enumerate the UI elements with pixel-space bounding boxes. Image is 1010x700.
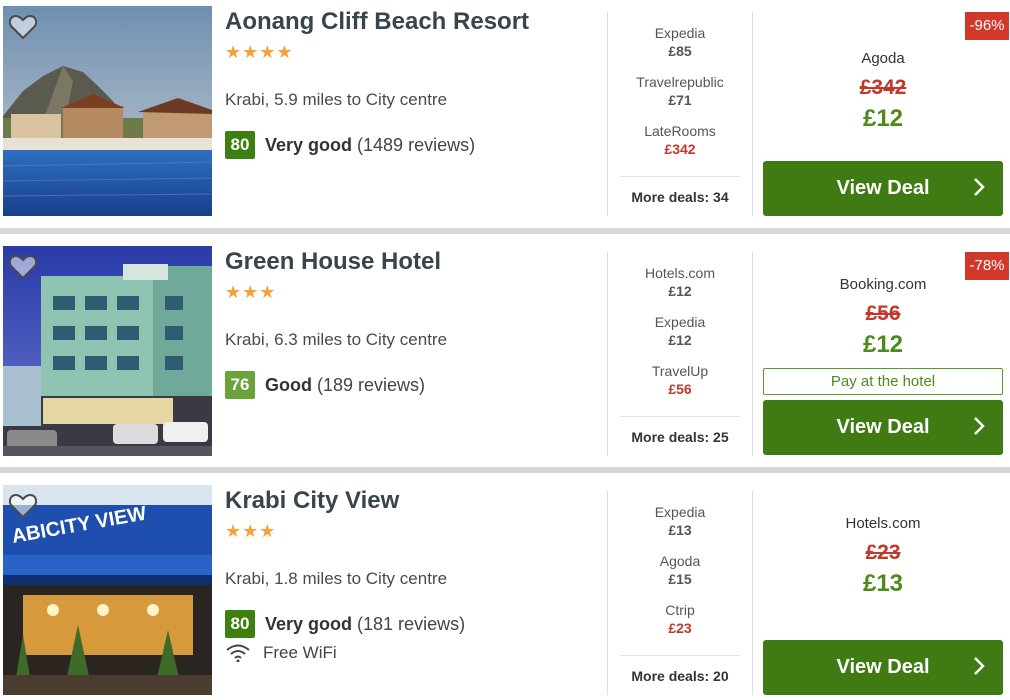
deal-provider: Hotels.com [644, 265, 716, 281]
rating-label: Good [265, 374, 312, 395]
deal-item[interactable]: Expedia £12 [615, 313, 745, 362]
deal-price: £71 [668, 92, 692, 108]
deal-provider: Travelrepublic [636, 74, 724, 90]
deal-provider: TravelUp [651, 363, 709, 379]
more-deals-link[interactable]: More deals: 25 [620, 416, 740, 445]
deal-price: £342 [664, 141, 696, 157]
deal-item[interactable]: Expedia £13 [615, 503, 745, 552]
hotel-name[interactable]: Krabi City View [225, 487, 399, 515]
deal-price: £12 [668, 332, 692, 348]
main-deal-provider: Booking.com [839, 276, 927, 293]
rating-label: Very good [265, 134, 353, 155]
card-separator [0, 467, 1010, 473]
deal-provider: Expedia [654, 25, 706, 41]
view-deal-button[interactable]: View Deal [763, 400, 1003, 455]
main-deal-provider: Agoda [861, 50, 905, 67]
amenity-label: Free WiFi [263, 643, 337, 662]
deal-item[interactable]: Expedia £85 [615, 24, 745, 73]
review-rating: 80 Very good (181 reviews) [225, 609, 465, 639]
deal-price: £12 [668, 283, 692, 299]
other-deals-list: Hotels.com £12 Expedia £12 TravelUp £56 [615, 264, 745, 411]
favorite-heart-icon[interactable] [9, 254, 37, 280]
favorite-heart-icon[interactable] [9, 14, 37, 40]
amenity-wifi: Free WiFi [225, 643, 337, 663]
hotel-card: Aonang Cliff Beach Resort ★★★★ Krabi, 5.… [0, 6, 1010, 230]
deal-provider: Expedia [654, 504, 706, 520]
deal-provider: LateRooms [644, 123, 716, 139]
score-badge: 76 [225, 371, 255, 399]
divider [752, 491, 753, 695]
hotel-card: ABICITY VIEW Krabi City View ★★★ Krabi, … [0, 485, 1010, 700]
view-deal-label: View Deal [836, 416, 930, 438]
chevron-right-icon [974, 417, 985, 435]
other-deals-list: Expedia £13 Agoda £15 Ctrip £23 [615, 503, 745, 650]
favorite-heart-icon[interactable] [9, 493, 37, 519]
view-deal-button[interactable]: View Deal [763, 640, 1003, 695]
divider [607, 252, 608, 456]
deal-price: £56 [668, 381, 692, 397]
deal-item[interactable]: Agoda £15 [615, 552, 745, 601]
review-count: (189 reviews) [317, 374, 426, 395]
wifi-icon [226, 644, 250, 662]
review-count: (181 reviews) [357, 613, 466, 634]
hotel-card: Green House Hotel ★★★ Krabi, 6.3 miles t… [0, 246, 1010, 470]
score-badge: 80 [225, 131, 255, 159]
deal-item[interactable]: LateRooms £342 [615, 122, 745, 171]
review-count: (1489 reviews) [357, 134, 476, 155]
deal-price-main: £12 [862, 105, 904, 132]
divider [752, 12, 753, 216]
deal-price: £13 [668, 522, 692, 538]
divider [607, 12, 608, 216]
view-deal-label: View Deal [836, 177, 930, 199]
star-rating: ★★★ [225, 521, 277, 541]
deal-price: £15 [668, 571, 692, 587]
hotel-name[interactable]: Green House Hotel [225, 248, 441, 276]
original-price: £342 [859, 76, 907, 99]
hotel-location: Krabi, 6.3 miles to City centre [225, 330, 448, 349]
deal-item[interactable]: Travelrepublic £71 [615, 73, 745, 122]
deal-price: £85 [668, 43, 692, 59]
discount-badge: -96% [965, 12, 1009, 40]
deal-provider: Ctrip [665, 602, 695, 618]
chevron-right-icon [974, 178, 985, 196]
star-rating: ★★★ [225, 282, 277, 302]
hotel-photo[interactable] [3, 6, 212, 216]
more-deals-link[interactable]: More deals: 20 [620, 655, 740, 684]
view-deal-label: View Deal [836, 656, 930, 678]
star-rating: ★★★★ [225, 42, 294, 62]
other-deals-list: Expedia £85 Travelrepublic £71 LateRooms… [615, 24, 745, 171]
original-price: £23 [865, 541, 901, 564]
deal-item[interactable]: Ctrip £23 [615, 601, 745, 650]
hotel-photo[interactable] [3, 246, 212, 456]
hotel-name[interactable]: Aonang Cliff Beach Resort [225, 8, 529, 36]
hotel-photo[interactable]: ABICITY VIEW [3, 485, 212, 695]
deal-provider: Agoda [659, 553, 701, 569]
card-separator [0, 228, 1010, 234]
deal-price-main: £12 [862, 331, 904, 358]
pay-at-hotel-tag: Pay at the hotel [763, 368, 1003, 395]
view-deal-button[interactable]: View Deal [763, 161, 1003, 216]
original-price: £56 [865, 302, 901, 325]
review-rating: 76 Good (189 reviews) [225, 370, 425, 400]
score-badge: 80 [225, 610, 255, 638]
hotel-location: Krabi, 1.8 miles to City centre [225, 569, 448, 588]
hotel-location: Krabi, 5.9 miles to City centre [225, 90, 448, 109]
deal-item[interactable]: Hotels.com £12 [615, 264, 745, 313]
main-deal-provider: Hotels.com [845, 515, 921, 532]
deal-item[interactable]: TravelUp £56 [615, 362, 745, 411]
chevron-right-icon [974, 657, 985, 675]
deal-price-main: £13 [862, 570, 904, 597]
rating-label: Very good [265, 613, 353, 634]
deal-provider: Expedia [654, 314, 706, 330]
hotel-results-list: Aonang Cliff Beach Resort ★★★★ Krabi, 5.… [0, 0, 1010, 700]
divider [752, 252, 753, 456]
divider [607, 491, 608, 695]
deal-price: £23 [668, 620, 692, 636]
more-deals-link[interactable]: More deals: 34 [620, 176, 740, 205]
review-rating: 80 Very good (1489 reviews) [225, 130, 475, 160]
